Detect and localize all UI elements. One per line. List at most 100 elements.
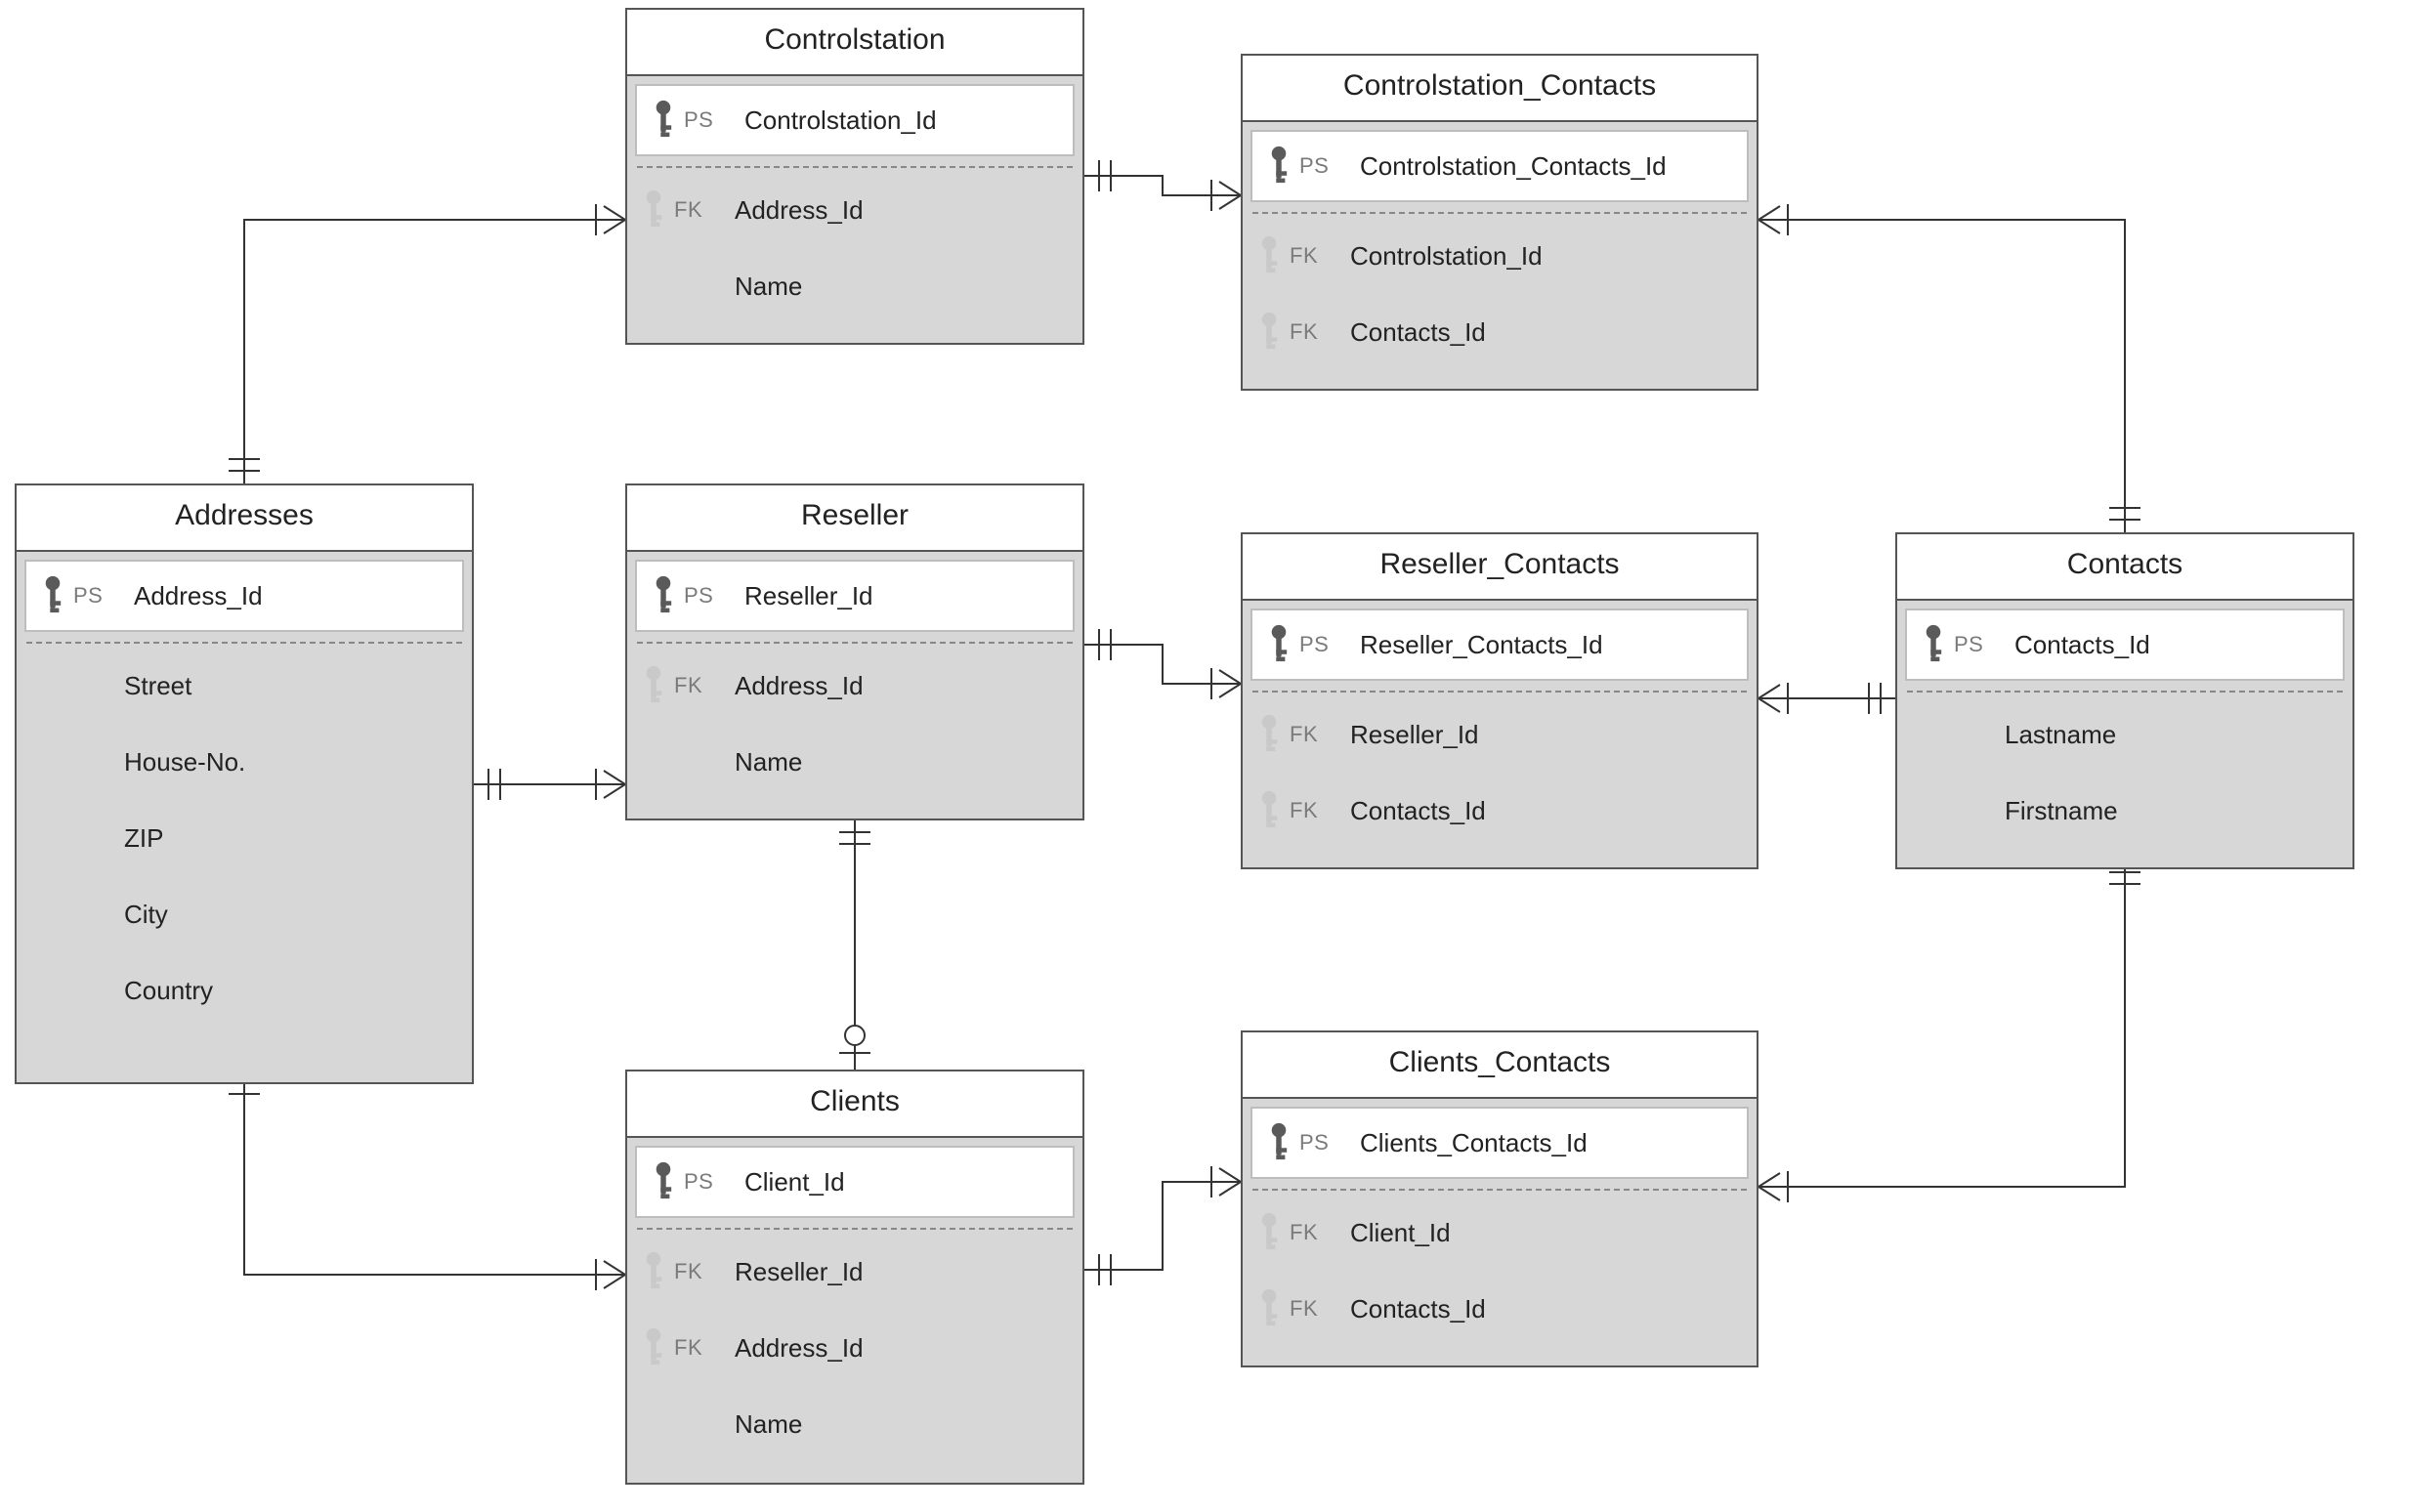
entity-row: FK Client_Id [1243,1195,1757,1271]
key-icon [1256,234,1284,277]
entity-controlstation[interactable]: Controlstation PS Controlstation_Id FK A… [625,8,1084,345]
entity-reseller-contacts[interactable]: Reseller_Contacts PS Reseller_Contacts_I… [1241,532,1758,869]
entity-addresses[interactable]: Addresses PS Address_Id Street Ho [15,483,474,1084]
keytype-label: FK [674,1335,717,1361]
entity-title: Contacts [1897,534,2352,601]
key-icon [1256,1211,1284,1254]
entity-row-pk: PS Contacts_Id [1905,609,2345,681]
column-name: Contacts_Id [1333,796,1486,826]
key-icon [651,99,678,142]
entity-title: Reseller_Contacts [1243,534,1757,601]
entity-row: Name [627,1386,1082,1462]
entity-row: City [17,876,472,952]
entity-row-pk: PS Reseller_Id [635,560,1075,632]
entity-clients[interactable]: Clients PS Client_Id FK Reseller_Id FK [625,1070,1084,1485]
entity-row: FK Address_Id [627,1310,1082,1386]
entity-row: ZIP [17,800,472,876]
key-icon [641,189,668,231]
column-name: Controlstation_Id [1333,241,1543,272]
column-name: Name [717,272,802,302]
keytype-label: PS [684,107,727,133]
entity-row: Firstname [1897,773,2352,849]
entity-row-pk: PS Client_Id [635,1146,1075,1218]
pk-divider [1252,1189,1747,1191]
pk-divider [637,642,1073,644]
entity-controlstation-contacts[interactable]: Controlstation_Contacts PS Controlstatio… [1241,54,1758,391]
key-icon [641,1250,668,1293]
pk-divider [637,1228,1073,1230]
keytype-label: PS [1299,632,1342,657]
entity-row: FK Address_Id [627,648,1082,724]
keytype-label: FK [1290,1220,1333,1245]
column-name: Contacts_Id [1333,1294,1486,1324]
column-name: ZIP [106,823,163,854]
pk-divider [1252,691,1747,693]
key-icon [651,1160,678,1203]
entity-row: FK Controlstation_Id [1243,218,1757,294]
entity-row: FK Address_Id [627,172,1082,248]
column-name: Country [106,976,213,1006]
entity-title: Addresses [17,485,472,552]
er-diagram-stage: Addresses PS Address_Id Street Ho [0,0,2415,1512]
keytype-label: FK [1290,319,1333,345]
entity-title: Clients [627,1071,1082,1138]
entity-title: Reseller [627,485,1082,552]
key-icon [1256,311,1284,354]
column-name: Address_Id [116,581,263,611]
pk-divider [1907,691,2343,693]
column-name: Contacts_Id [1333,317,1486,348]
pk-divider [637,166,1073,168]
keytype-label: PS [73,583,116,609]
key-icon [651,574,678,617]
keytype-label: FK [674,673,717,698]
key-icon [1266,623,1293,666]
entity-row: FK Contacts_Id [1243,773,1757,849]
keytype-label: PS [684,1169,727,1195]
column-name: Name [717,1409,802,1440]
entity-row: Name [627,724,1082,800]
key-icon [1256,789,1284,832]
entity-row: FK Reseller_Id [1243,696,1757,773]
keytype-label: PS [684,583,727,609]
entity-title: Controlstation_Contacts [1243,56,1757,122]
column-name: Street [106,671,191,701]
entity-title: Controlstation [627,10,1082,76]
key-icon [1266,145,1293,188]
entity-reseller[interactable]: Reseller PS Reseller_Id FK Address_Id [625,483,1084,820]
entity-contacts[interactable]: Contacts PS Contacts_Id Lastname [1895,532,2354,869]
column-name: Controlstation_Contacts_Id [1342,151,1667,182]
keytype-label: PS [1299,153,1342,179]
entity-row-pk: PS Controlstation_Id [635,84,1075,156]
keytype-label: FK [1290,1296,1333,1322]
column-name: Address_Id [717,1333,864,1364]
entity-clients-contacts[interactable]: Clients_Contacts PS Clients_Contacts_Id … [1241,1030,1758,1367]
entity-row: Street [17,648,472,724]
entity-row: House-No. [17,724,472,800]
keytype-label: FK [674,197,717,223]
entity-row: Country [17,952,472,1029]
column-name: Controlstation_Id [727,105,937,136]
column-name: Reseller_Contacts_Id [1342,630,1603,660]
keytype-label: PS [1954,632,1997,657]
entity-row-pk: PS Address_Id [24,560,464,632]
entity-row: FK Reseller_Id [627,1234,1082,1310]
keytype-label: FK [674,1259,717,1284]
entity-row-pk: PS Reseller_Contacts_Id [1250,609,1749,681]
key-icon [1256,713,1284,756]
entity-row-pk: PS Controlstation_Contacts_Id [1250,130,1749,202]
column-name: Address_Id [717,671,864,701]
column-name: Reseller_Id [727,581,873,611]
keytype-label: FK [1290,722,1333,747]
column-name: Reseller_Id [1333,720,1479,750]
column-name: Reseller_Id [717,1257,864,1287]
column-name: Client_Id [1333,1218,1451,1248]
column-name: Clients_Contacts_Id [1342,1128,1588,1158]
keytype-label: FK [1290,798,1333,823]
key-icon [641,664,668,707]
column-name: Lastname [1987,720,2116,750]
column-name: City [106,900,168,930]
entity-row: FK Contacts_Id [1243,294,1757,370]
pk-divider [26,642,462,644]
key-icon [641,1326,668,1369]
keytype-label: FK [1290,243,1333,269]
